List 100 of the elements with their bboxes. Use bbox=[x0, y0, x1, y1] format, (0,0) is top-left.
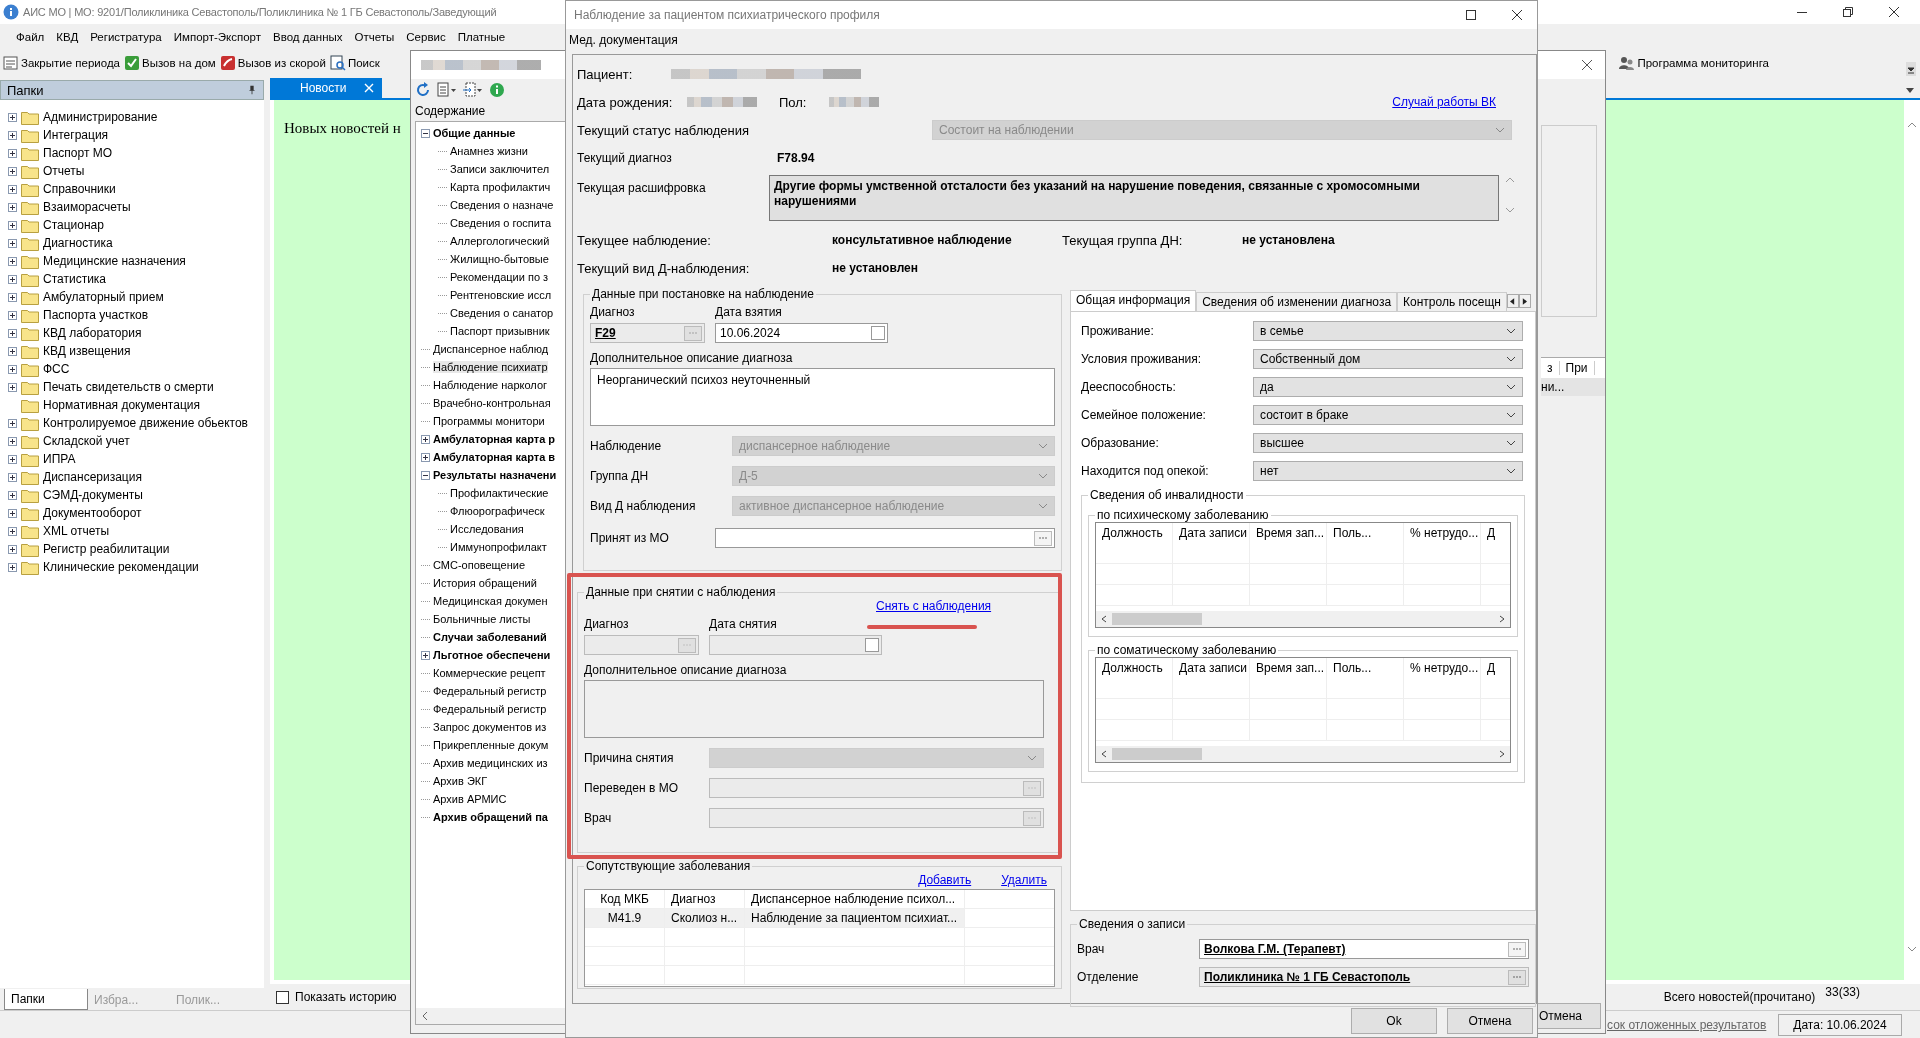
scroll-right-icon[interactable] bbox=[1498, 615, 1506, 623]
panel-tab[interactable]: Папки bbox=[4, 989, 88, 1010]
diagnosis-field[interactable]: F29 bbox=[590, 323, 705, 343]
folder-label[interactable]: ФСС bbox=[43, 362, 70, 376]
expand-icon[interactable] bbox=[421, 452, 430, 462]
expand-icon[interactable] bbox=[421, 434, 430, 444]
folder-label[interactable]: Документооборот bbox=[43, 506, 142, 520]
tree-item[interactable]: Архив ЭКГ bbox=[433, 775, 488, 787]
scroll-left-icon[interactable] bbox=[1100, 750, 1108, 758]
tree-item[interactable]: Общие данные bbox=[433, 127, 516, 139]
expand-icon[interactable] bbox=[8, 454, 17, 464]
menu-item[interactable]: Сервис bbox=[400, 31, 452, 43]
toolbar-button[interactable]: Вызов из скорой bbox=[218, 55, 327, 71]
folder-label[interactable]: Паспорта участков bbox=[43, 308, 149, 322]
expand-icon[interactable] bbox=[8, 274, 17, 284]
tab[interactable]: Сведения об изменении диагноза bbox=[1196, 292, 1398, 311]
menu-item[interactable]: Файл bbox=[10, 31, 51, 43]
tree-item[interactable]: Амбулаторная карта в bbox=[433, 451, 556, 463]
toolbar-button[interactable]: Закрытие периода bbox=[2, 55, 121, 71]
folder-label[interactable]: Администрирование bbox=[43, 110, 158, 124]
tree-item[interactable]: Федеральный регистр bbox=[433, 703, 547, 715]
expand-icon[interactable] bbox=[8, 292, 17, 302]
scrollbar-thumb[interactable] bbox=[1112, 613, 1202, 625]
expand-icon[interactable] bbox=[8, 238, 17, 248]
combobox[interactable]: нет bbox=[1253, 461, 1523, 481]
scroll-left-icon[interactable] bbox=[1100, 615, 1108, 623]
folder-label[interactable]: Печать свидетельств о смерти bbox=[43, 380, 214, 394]
menu-item[interactable]: Регистратура bbox=[84, 31, 168, 43]
expand-icon[interactable] bbox=[8, 472, 17, 482]
folder-label[interactable]: Статистика bbox=[43, 272, 107, 286]
expand-icon[interactable] bbox=[8, 436, 17, 446]
tree-item[interactable]: Архив АРМИС bbox=[433, 793, 507, 805]
dialog-button[interactable]: Отмена bbox=[1447, 1008, 1533, 1034]
tree-item[interactable]: Льготное обеспечени bbox=[433, 649, 551, 661]
tree-item[interactable]: Программы монитори bbox=[433, 415, 545, 427]
checkbox-label[interactable]: Показать историю bbox=[295, 990, 397, 1004]
folder-label[interactable]: Отчеты bbox=[43, 164, 85, 178]
expand-icon[interactable] bbox=[8, 418, 17, 428]
tree-item[interactable]: Наблюдение нарколог bbox=[433, 379, 548, 391]
remove-link[interactable]: Снять с наблюдения bbox=[876, 599, 992, 613]
menu-item[interactable]: КВД bbox=[50, 31, 85, 43]
column-header[interactable]: При bbox=[1559, 361, 1595, 375]
status-link[interactable]: сок отложенных результатов bbox=[1607, 1018, 1767, 1032]
refresh-icon[interactable] bbox=[415, 82, 431, 98]
folder-label[interactable]: Нормативная документация bbox=[43, 398, 200, 412]
tree-item[interactable]: Случаи заболеваний bbox=[433, 631, 547, 643]
folder-label[interactable]: Клинические рекомендации bbox=[43, 560, 199, 574]
scroll-right-icon[interactable] bbox=[1498, 750, 1506, 758]
column-header[interactable]: з bbox=[1541, 361, 1560, 375]
date-field[interactable]: 10.06.2024 bbox=[715, 323, 888, 343]
scroll-down-icon[interactable] bbox=[1907, 944, 1917, 954]
column-header[interactable]: Время зап... bbox=[1250, 658, 1327, 678]
expand-icon[interactable] bbox=[8, 490, 17, 500]
tab[interactable]: Контроль посещн bbox=[1397, 292, 1507, 311]
close-icon[interactable] bbox=[1888, 6, 1900, 18]
expand-icon[interactable] bbox=[8, 166, 17, 176]
tree-item[interactable]: Рекомендации по з bbox=[450, 271, 549, 283]
folder-label[interactable]: Амбулаторный прием bbox=[43, 290, 164, 304]
scroll-up-icon[interactable] bbox=[1907, 120, 1917, 130]
tree-item[interactable]: Сведения о санатор bbox=[450, 307, 554, 319]
dialog-button[interactable]: Ok bbox=[1351, 1008, 1437, 1034]
tree-item[interactable]: Сведения о назначе bbox=[450, 199, 554, 211]
combobox[interactable]: состоит в браке bbox=[1253, 405, 1523, 425]
document-dropdown-icon[interactable] bbox=[437, 82, 457, 98]
date-checkbox[interactable] bbox=[865, 638, 879, 652]
news-tab[interactable]: Новости bbox=[270, 78, 383, 98]
column-header[interactable]: Д bbox=[1481, 523, 1510, 543]
tree-item[interactable]: Флюорографическ bbox=[450, 505, 545, 517]
folder-label[interactable]: Складской учет bbox=[43, 434, 130, 448]
tree-item[interactable]: Запрос документов из bbox=[433, 721, 547, 733]
combobox[interactable]: Собственный дом bbox=[1253, 349, 1523, 369]
table-action-link[interactable]: Удалить bbox=[1001, 873, 1047, 887]
tree-item[interactable]: Результаты назначени bbox=[433, 469, 557, 481]
scrollbar-thumb[interactable] bbox=[1112, 748, 1202, 760]
expand-icon[interactable] bbox=[8, 310, 17, 320]
column-header[interactable]: % нетрудо... bbox=[1404, 658, 1481, 678]
folder-label[interactable]: XML отчеты bbox=[43, 524, 110, 538]
column-header[interactable]: % нетрудо... bbox=[1404, 523, 1481, 543]
column-header[interactable]: Должность bbox=[1096, 658, 1173, 678]
folder-label[interactable]: Справочники bbox=[43, 182, 116, 196]
menu-item[interactable]: Отчеты bbox=[348, 31, 401, 43]
column-header[interactable]: Должность bbox=[1096, 523, 1173, 543]
table-action-link[interactable]: Добавить bbox=[918, 873, 972, 887]
column-header[interactable]: Код МКБ bbox=[585, 890, 665, 908]
tree-item[interactable]: Врачебно-контрольная bbox=[433, 397, 551, 409]
expand-icon[interactable] bbox=[8, 526, 17, 536]
expand-icon[interactable] bbox=[8, 508, 17, 518]
folder-label[interactable]: Стационар bbox=[43, 218, 104, 232]
folder-label[interactable]: СЭМД-документы bbox=[43, 488, 143, 502]
expand-icon[interactable] bbox=[8, 130, 17, 140]
folder-label[interactable]: Взаиморасчеты bbox=[43, 200, 131, 214]
tree-item[interactable]: Записи заключител bbox=[450, 163, 550, 175]
menu-item[interactable]: Импорт-Экспорт bbox=[167, 31, 267, 43]
column-header[interactable]: Д bbox=[1481, 658, 1510, 678]
folder-label[interactable]: Регистр реабилитации bbox=[43, 542, 170, 556]
close-icon[interactable] bbox=[1581, 59, 1593, 71]
history-checkbox[interactable] bbox=[276, 990, 289, 1004]
expand-icon[interactable] bbox=[8, 562, 17, 572]
close-icon[interactable] bbox=[1511, 9, 1523, 21]
tab[interactable]: Общая информация bbox=[1070, 290, 1197, 311]
